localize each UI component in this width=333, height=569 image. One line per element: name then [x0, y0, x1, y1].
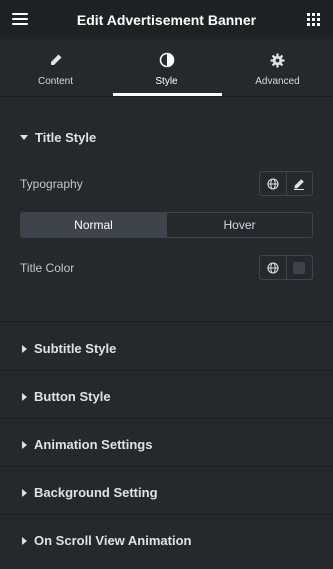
tab-content[interactable]: Content — [0, 39, 111, 96]
tab-advanced-label: Advanced — [255, 76, 300, 87]
edit-typography-button[interactable] — [285, 172, 313, 195]
tab-advanced[interactable]: Advanced — [222, 39, 333, 96]
typography-controls — [259, 171, 313, 196]
panel-header: Edit Advertisement Banner — [0, 0, 333, 39]
tab-normal[interactable]: Normal — [21, 213, 166, 237]
caret-right-icon — [22, 536, 27, 545]
caret-right-icon — [22, 392, 27, 401]
widgets-grid-icon[interactable] — [307, 13, 320, 26]
background-setting-section[interactable]: Background Setting — [0, 467, 333, 515]
tab-style-label: Style — [155, 76, 178, 87]
on-scroll-view-animation-toggle[interactable]: On Scroll View Animation — [20, 533, 191, 548]
section-heading: Animation Settings — [34, 437, 153, 452]
title-color-label: Title Color — [20, 261, 75, 275]
title-style-toggle[interactable]: Title Style — [20, 130, 96, 145]
background-setting-toggle[interactable]: Background Setting — [20, 485, 158, 500]
typography-label: Typography — [20, 177, 83, 191]
pencil-icon — [294, 178, 305, 190]
tab-content-label: Content — [37, 76, 74, 87]
contrast-icon — [159, 52, 175, 68]
title-style-section: Title Style Typography Normal Hover Titl… — [0, 98, 333, 322]
panel-title: Edit Advertisement Banner — [76, 11, 257, 28]
hamburger-menu-icon[interactable] — [12, 13, 28, 25]
title-color-controls — [259, 255, 313, 280]
panel-tabs: Content Style Advanced — [0, 39, 333, 97]
color-picker-button[interactable] — [285, 256, 313, 279]
section-heading: Title Style — [35, 130, 97, 145]
on-scroll-view-animation-section[interactable]: On Scroll View Animation — [0, 515, 333, 569]
pencil-icon — [49, 52, 63, 68]
animation-settings-toggle[interactable]: Animation Settings — [20, 437, 152, 452]
subtitle-style-toggle[interactable]: Subtitle Style — [20, 341, 116, 356]
global-color-button[interactable] — [260, 256, 286, 279]
caret-right-icon — [22, 440, 27, 449]
caret-right-icon — [22, 344, 27, 353]
global-typography-button[interactable] — [260, 172, 286, 195]
tab-style[interactable]: Style — [111, 39, 222, 96]
caret-down-icon — [20, 135, 28, 140]
subtitle-style-section[interactable]: Subtitle Style — [0, 323, 333, 371]
gear-icon — [270, 52, 285, 68]
section-heading: Subtitle Style — [34, 341, 117, 356]
color-swatch — [293, 261, 306, 274]
caret-right-icon — [22, 488, 27, 497]
globe-icon — [267, 177, 279, 190]
globe-icon — [267, 261, 279, 274]
state-switcher: Normal Hover — [20, 212, 313, 238]
animation-settings-section[interactable]: Animation Settings — [0, 419, 333, 467]
tab-hover[interactable]: Hover — [166, 213, 312, 237]
section-heading: Background Setting — [34, 485, 158, 500]
section-heading: Button Style — [34, 389, 111, 404]
section-heading: On Scroll View Animation — [34, 533, 192, 548]
button-style-section[interactable]: Button Style — [0, 371, 333, 419]
button-style-toggle[interactable]: Button Style — [20, 389, 111, 404]
